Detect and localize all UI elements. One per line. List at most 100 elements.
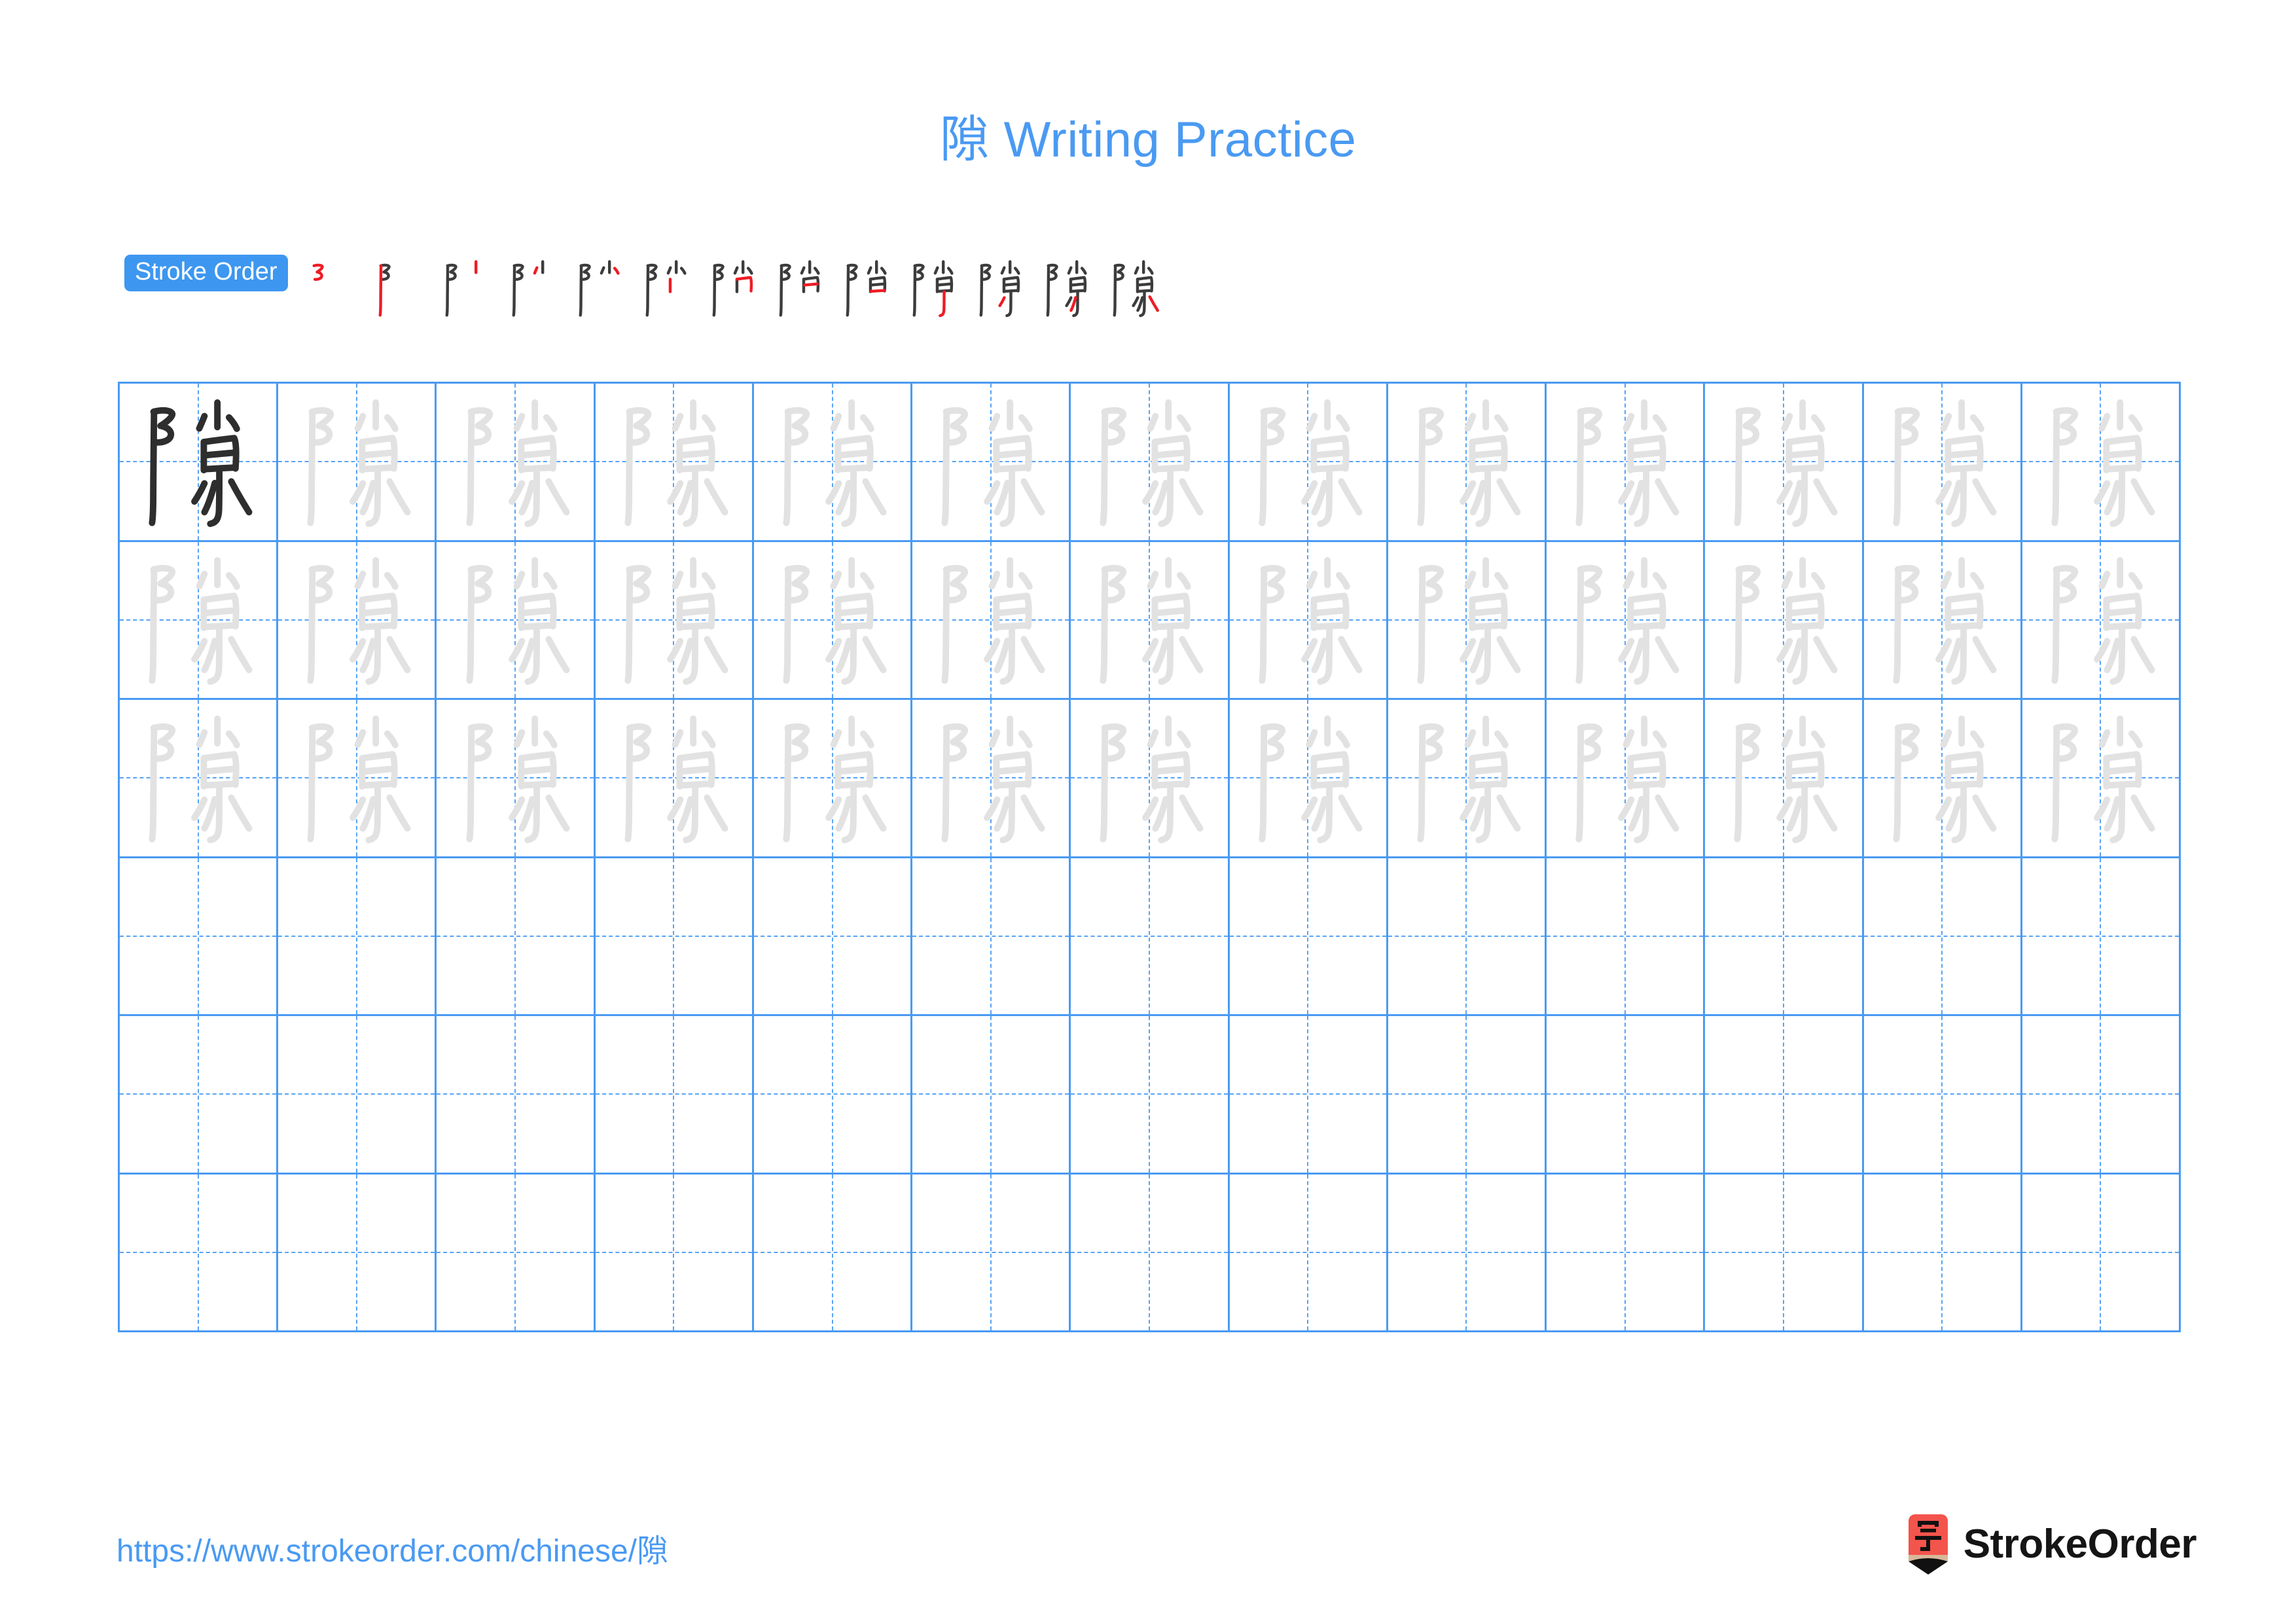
character-glyph (465, 715, 570, 843)
practice-cell[interactable] (1071, 1174, 1230, 1332)
guide-line-vertical (1465, 1174, 1467, 1330)
practice-cell[interactable] (753, 1016, 913, 1175)
practice-cell[interactable] (278, 384, 437, 542)
practice-cell[interactable] (278, 858, 437, 1016)
practice-cell[interactable] (1071, 858, 1230, 1016)
practice-cell[interactable] (278, 1174, 437, 1332)
practice-cell[interactable] (1705, 1174, 1864, 1332)
guide-line-horizontal (1863, 1093, 2020, 1095)
practice-cell[interactable] (1071, 700, 1230, 858)
practice-cell[interactable] (753, 541, 913, 700)
practice-cell[interactable] (2022, 1174, 2181, 1332)
practice-cell[interactable] (1547, 384, 1706, 542)
practice-cell[interactable] (595, 1174, 754, 1332)
practice-cell[interactable] (912, 1016, 1071, 1175)
practice-cell[interactable] (120, 384, 279, 542)
practice-cell[interactable] (1547, 1174, 1706, 1332)
practice-cell[interactable] (1705, 541, 1864, 700)
practice-cell[interactable] (1863, 541, 2022, 700)
practice-cell[interactable] (1547, 700, 1706, 858)
practice-cell[interactable] (1388, 541, 1547, 700)
footer-url[interactable]: https://www.strokeorder.com/chinese/隙 (117, 1525, 668, 1571)
practice-cell[interactable] (1863, 700, 2022, 858)
character-glyph (465, 399, 570, 527)
practice-cell[interactable] (1388, 1016, 1547, 1175)
practice-cell[interactable] (437, 384, 596, 542)
guide-line-horizontal (1071, 1093, 1228, 1095)
practice-cell[interactable] (2022, 700, 2181, 858)
guide-line-horizontal (595, 1093, 752, 1095)
character-glyph (1259, 557, 1363, 685)
practice-cell[interactable] (1547, 541, 1706, 700)
practice-cell[interactable] (912, 384, 1071, 542)
guide-line-horizontal (1547, 1251, 1704, 1253)
practice-cell[interactable] (437, 700, 596, 858)
practice-cell[interactable] (120, 858, 279, 1016)
practice-cell[interactable] (1705, 384, 1864, 542)
guide-line-horizontal (120, 1251, 277, 1253)
practice-cell[interactable] (1229, 541, 1388, 700)
practice-cell[interactable] (1071, 1016, 1230, 1175)
practice-cell[interactable] (437, 1174, 596, 1332)
practice-cell[interactable] (1863, 1174, 2022, 1332)
guide-line-vertical (514, 858, 516, 1014)
practice-cell[interactable] (1229, 1174, 1388, 1332)
guide-line-vertical (673, 858, 675, 1014)
practice-cell[interactable] (1705, 700, 1864, 858)
practice-cell[interactable] (912, 541, 1071, 700)
practice-cell[interactable] (1229, 858, 1388, 1016)
practice-cell[interactable] (120, 541, 279, 700)
guide-line-vertical (355, 1016, 357, 1173)
practice-cell[interactable] (1388, 858, 1547, 1016)
practice-cell[interactable] (595, 1016, 754, 1175)
practice-cell[interactable] (1229, 1016, 1388, 1175)
character-glyph (149, 399, 253, 527)
practice-cell[interactable] (1863, 1016, 2022, 1175)
practice-cell[interactable] (912, 1174, 1071, 1332)
practice-cell[interactable] (1229, 700, 1388, 858)
practice-cell[interactable] (278, 700, 437, 858)
character-glyph (624, 399, 728, 527)
practice-cell[interactable] (278, 541, 437, 700)
practice-cell[interactable] (595, 858, 754, 1016)
practice-cell[interactable] (1863, 858, 2022, 1016)
guide-line-horizontal (278, 1251, 435, 1253)
practice-cell[interactable] (753, 1174, 913, 1332)
practice-cell[interactable] (2022, 1016, 2181, 1175)
practice-cell[interactable] (912, 858, 1071, 1016)
practice-cell[interactable] (120, 1016, 279, 1175)
practice-cell[interactable] (1071, 384, 1230, 542)
character-glyph (1417, 557, 1521, 685)
practice-cell[interactable] (2022, 858, 2181, 1016)
practice-cell[interactable] (1071, 541, 1230, 700)
practice-cell[interactable] (1547, 1016, 1706, 1175)
practice-cell[interactable] (1547, 858, 1706, 1016)
practice-cell[interactable] (437, 541, 596, 700)
practice-cell[interactable] (278, 1016, 437, 1175)
practice-cell[interactable] (1705, 1016, 1864, 1175)
practice-cell[interactable] (120, 1174, 279, 1332)
practice-cell[interactable] (1229, 384, 1388, 542)
practice-cell[interactable] (753, 384, 913, 542)
practice-cell[interactable] (2022, 541, 2181, 700)
practice-cell[interactable] (2022, 384, 2181, 542)
practice-cell[interactable] (595, 700, 754, 858)
practice-cell[interactable] (1388, 1174, 1547, 1332)
guide-line-vertical (197, 858, 199, 1014)
practice-cell[interactable] (1388, 700, 1547, 858)
practice-cell[interactable] (912, 700, 1071, 858)
practice-cell[interactable] (1863, 384, 2022, 542)
practice-cell[interactable] (437, 858, 596, 1016)
practice-cell[interactable] (437, 1016, 596, 1175)
practice-cell[interactable] (1388, 384, 1547, 542)
trace-character (278, 542, 435, 699)
practice-cell[interactable] (753, 858, 913, 1016)
stroke-step-list (305, 252, 1173, 324)
practice-cell[interactable] (595, 541, 754, 700)
character-glyph (1734, 557, 1838, 685)
practice-cell[interactable] (595, 384, 754, 542)
page-title: 隙 Writing Practice (939, 112, 1357, 168)
practice-cell[interactable] (1705, 858, 1864, 1016)
practice-cell[interactable] (753, 700, 913, 858)
practice-cell[interactable] (120, 700, 279, 858)
